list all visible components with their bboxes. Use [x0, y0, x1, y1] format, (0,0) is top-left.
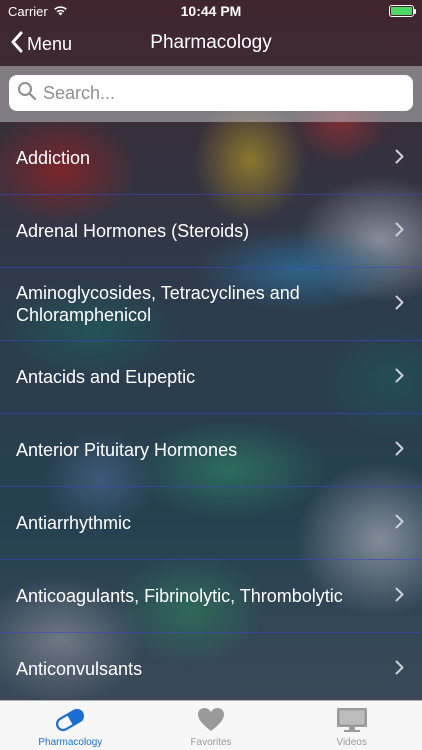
topic-list: Addiction Adrenal Hormones (Steroids) Am…	[0, 122, 422, 700]
chevron-right-icon	[395, 220, 404, 242]
battery-icon	[389, 5, 416, 17]
tab-bar: Pharmacology Favorites Videos	[0, 700, 422, 750]
chevron-right-icon	[395, 439, 404, 461]
search-bar	[0, 66, 422, 122]
tab-pharmacology[interactable]: Pharmacology	[0, 701, 141, 750]
list-item-anticoagulants[interactable]: Anticoagulants, Fibrinolytic, Thrombolyt…	[0, 560, 422, 633]
status-bar: Carrier 10:44 PM	[0, 0, 422, 22]
list-item-antiarrhythmic[interactable]: Antiarrhythmic	[0, 487, 422, 560]
list-item-label: Aminoglycosides, Tetracyclines and Chlor…	[16, 283, 300, 325]
list-item-addiction[interactable]: Addiction	[0, 122, 422, 195]
list-item-label: Anticoagulants, Fibrinolytic, Thrombolyt…	[16, 586, 343, 606]
chevron-right-icon	[395, 366, 404, 388]
list-item-label: Antacids and Eupeptic	[16, 367, 196, 387]
list-item-label: Anterior Pituitary Hormones	[16, 440, 238, 460]
back-label: Menu	[27, 33, 73, 54]
list-item-label: Addiction	[16, 148, 91, 168]
search-icon	[17, 81, 37, 106]
status-right	[389, 5, 416, 17]
carrier-label: Carrier	[8, 3, 48, 19]
tab-label: Videos	[336, 737, 367, 748]
chevron-left-icon	[10, 31, 23, 58]
tab-videos[interactable]: Videos	[281, 701, 422, 750]
tab-label: Favorites	[190, 737, 232, 748]
back-button[interactable]: Menu	[10, 30, 72, 58]
list-item-anterior-pituitary[interactable]: Anterior Pituitary Hormones	[0, 414, 422, 487]
heart-icon	[197, 705, 225, 735]
list-item-label: Antiarrhythmic	[16, 513, 132, 533]
chevron-right-icon	[395, 658, 404, 680]
wifi-icon	[53, 4, 68, 19]
list-item-anticonvulsants[interactable]: Anticonvulsants	[0, 633, 422, 700]
list-item-adrenal-hormones[interactable]: Adrenal Hormones (Steroids)	[0, 195, 422, 268]
chevron-right-icon	[395, 585, 404, 607]
capsule-icon	[53, 705, 87, 735]
list-item-label: Anticonvulsants	[16, 659, 143, 679]
search-field[interactable]	[9, 75, 413, 111]
list-item-aminoglycosides[interactable]: Aminoglycosides, Tetracyclines and Chlor…	[0, 268, 422, 341]
battery-level	[391, 7, 412, 15]
chevron-right-icon	[395, 147, 404, 169]
list-item-antacids[interactable]: Antacids and Eupeptic	[0, 341, 422, 414]
chevron-right-icon	[395, 512, 404, 534]
tab-label: Pharmacology	[38, 737, 103, 748]
status-left: Carrier	[8, 4, 68, 19]
list-item-label: Adrenal Hormones (Steroids)	[16, 221, 250, 241]
tv-icon	[336, 705, 368, 735]
navigation-bar: Menu Pharmacology	[0, 22, 422, 66]
chevron-right-icon	[395, 293, 404, 315]
search-input[interactable]	[43, 82, 405, 104]
tab-favorites[interactable]: Favorites	[141, 701, 282, 750]
